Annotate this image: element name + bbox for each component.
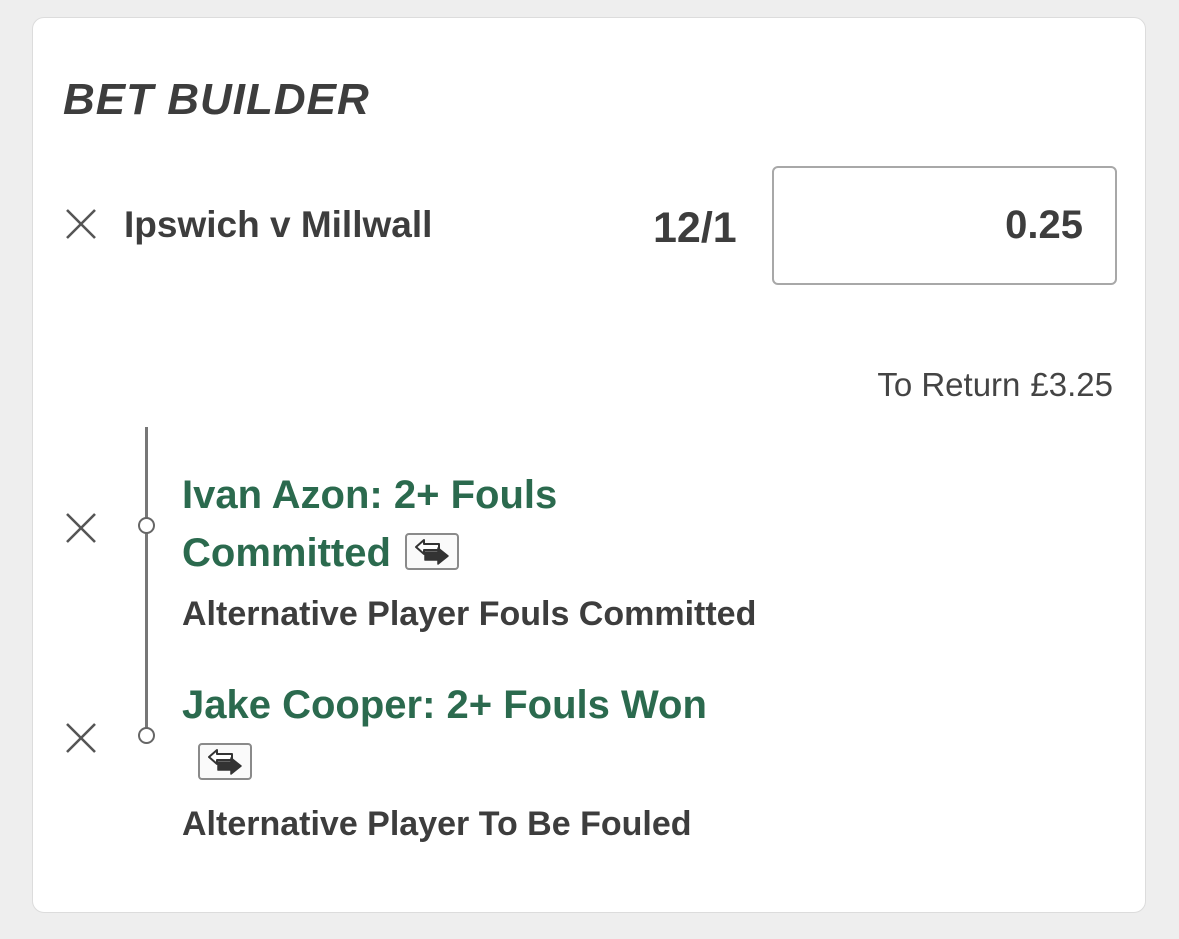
- leg-node: [138, 727, 155, 744]
- close-icon: [66, 513, 96, 543]
- swap-arrows-icon: [414, 538, 449, 565]
- stake-input[interactable]: [772, 166, 1117, 285]
- bet-builder-card: BET BUILDER Ipswich v Millwall 12/1 To R…: [32, 17, 1146, 913]
- leg-selection-text: Ivan Azon: 2+ Fouls Committed: [182, 473, 558, 575]
- leg-selection: Ivan Azon: 2+ Fouls Committed: [182, 466, 702, 582]
- swap-arrows-icon: [208, 748, 242, 775]
- leg-selection-text: Jake Cooper: 2+ Fouls Won: [182, 683, 707, 727]
- leg-market: Alternative Player Fouls Committed: [182, 595, 757, 633]
- close-icon: [66, 723, 96, 753]
- to-return-label: To Return: [877, 366, 1021, 403]
- close-icon: [66, 209, 96, 239]
- leg-market: Alternative Player To Be Fouled: [182, 805, 692, 843]
- legs-timeline-line: [145, 427, 148, 734]
- leg-selection: Jake Cooper: 2+ Fouls Won: [182, 676, 902, 792]
- to-return-amount: £3.25: [1030, 366, 1113, 403]
- odds-value: 12/1: [653, 204, 737, 252]
- to-return: To Return £3.25: [877, 365, 1113, 405]
- remove-match-button[interactable]: [64, 207, 98, 241]
- swap-selection-button[interactable]: [198, 742, 252, 780]
- leg-node: [138, 517, 155, 534]
- swap-selection-button[interactable]: [404, 532, 459, 570]
- match-name: Ipswich v Millwall: [124, 204, 433, 245]
- bet-builder-title: BET BUILDER: [63, 75, 370, 124]
- remove-leg-button[interactable]: [64, 511, 98, 545]
- remove-leg-button[interactable]: [64, 721, 98, 755]
